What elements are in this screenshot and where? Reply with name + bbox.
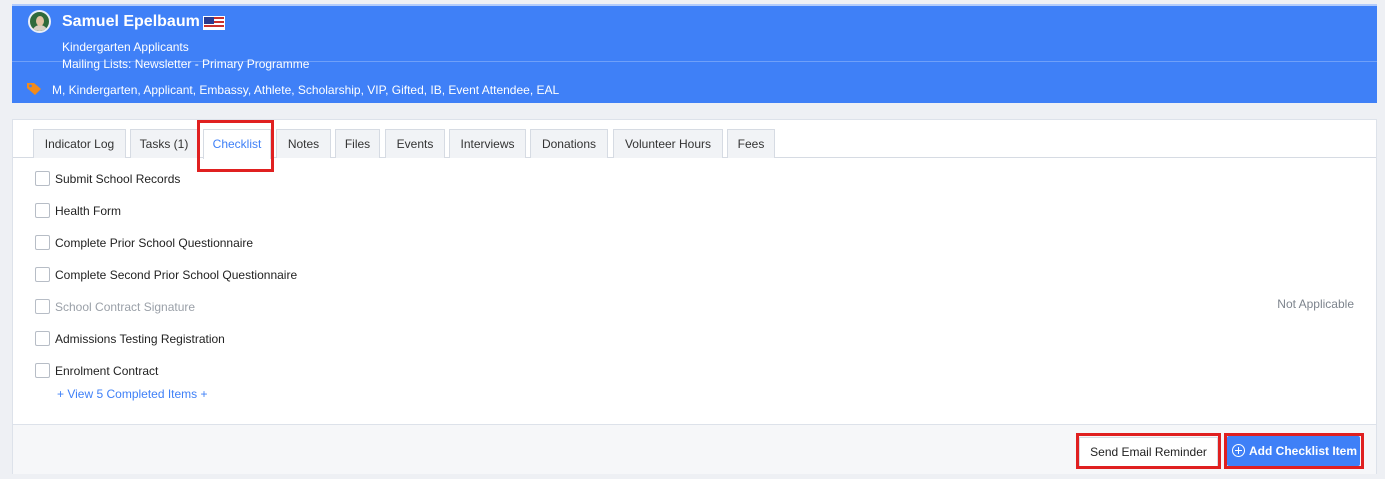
header-separator	[12, 61, 1377, 62]
tab-files[interactable]: Files	[335, 129, 380, 158]
checkbox[interactable]	[35, 203, 50, 218]
student-name[interactable]: Samuel Epelbaum	[62, 12, 200, 32]
avatar-shoulders	[32, 25, 48, 31]
checklist-item-label: Enrolment Contract	[55, 364, 159, 378]
checklist-item-label: Complete Second Prior School Questionnai…	[55, 268, 298, 282]
checklist-item-label: Admissions Testing Registration	[55, 332, 225, 346]
checklist-item-label: School Contract Signature	[55, 300, 196, 314]
tab-checklist[interactable]: Checklist	[203, 129, 271, 159]
tab-volunteer-hours[interactable]: Volunteer Hours	[613, 129, 723, 158]
tag-list: M, Kindergarten, Applicant, Embassy, Ath…	[52, 83, 560, 97]
panel-footer: Send Email Reminder Add Checklist Item	[13, 424, 1376, 474]
view-completed-link[interactable]: + View 5 Completed Items +	[57, 387, 208, 401]
checklist-item-label: Complete Prior School Questionnaire	[55, 236, 254, 250]
tab-notes[interactable]: Notes	[276, 129, 331, 158]
tab-interviews[interactable]: Interviews	[449, 129, 526, 158]
avatar-face	[36, 16, 44, 26]
applicant-group: Kindergarten Applicants	[62, 40, 189, 54]
checkbox[interactable]	[35, 171, 50, 186]
header-top-line	[12, 4, 1377, 6]
checklist-item-label: Submit School Records	[55, 172, 181, 186]
mailing-lists: Mailing Lists: Newsletter - Primary Prog…	[62, 57, 310, 71]
tab-indicator-log[interactable]: Indicator Log	[33, 129, 126, 158]
student-header: Samuel Epelbaum Kindergarten Applicants …	[12, 4, 1377, 103]
tab-events[interactable]: Events	[385, 129, 445, 158]
us-flag-icon	[203, 16, 225, 30]
checkbox[interactable]	[35, 299, 50, 314]
send-email-reminder-button[interactable]: Send Email Reminder	[1079, 437, 1218, 467]
tab-donations[interactable]: Donations	[530, 129, 608, 158]
checkbox[interactable]	[35, 331, 50, 346]
checkbox[interactable]	[35, 235, 50, 250]
tab-bar: Indicator Log Tasks (1) Checklist Notes …	[13, 120, 1376, 159]
add-checklist-item-button[interactable]: Add Checklist Item	[1227, 436, 1360, 466]
tab-tasks[interactable]: Tasks (1)	[130, 129, 198, 158]
tag-icon	[27, 83, 41, 95]
tab-fees[interactable]: Fees	[727, 129, 775, 158]
avatar[interactable]	[28, 10, 51, 33]
not-applicable-status: Not Applicable	[1277, 297, 1354, 311]
record-panel: Indicator Log Tasks (1) Checklist Notes …	[12, 119, 1377, 474]
checkbox[interactable]	[35, 363, 50, 378]
checkbox[interactable]	[35, 267, 50, 282]
checklist-item-label: Health Form	[55, 204, 122, 218]
app-frame: Samuel Epelbaum Kindergarten Applicants …	[0, 0, 1385, 479]
flag-canton	[204, 17, 214, 24]
add-checklist-item-label: Add Checklist Item	[1249, 444, 1358, 458]
plus-circle-icon	[1232, 444, 1245, 457]
